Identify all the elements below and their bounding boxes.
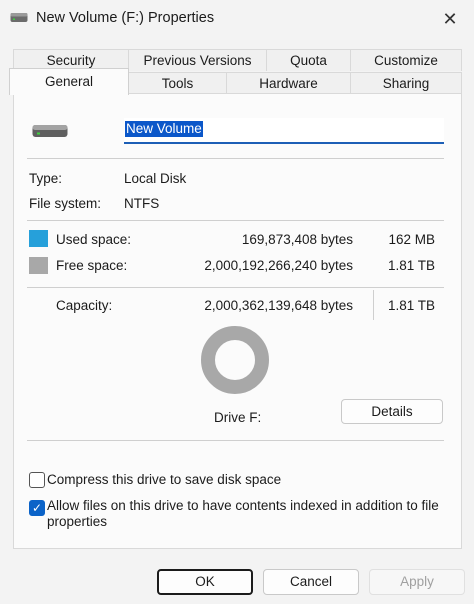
- close-button[interactable]: ✕: [440, 9, 460, 29]
- tab-previous-versions[interactable]: Previous Versions: [128, 49, 267, 71]
- ok-button[interactable]: OK: [157, 569, 253, 595]
- compress-checkbox[interactable]: [29, 472, 45, 488]
- close-icon: ✕: [442, 9, 458, 29]
- tab-quota[interactable]: Quota: [266, 49, 351, 71]
- compress-label[interactable]: Compress this drive to save disk space: [47, 472, 281, 487]
- hard-drive-icon: [32, 125, 68, 137]
- tab-hardware[interactable]: Hardware: [226, 72, 351, 94]
- details-button-label: Details: [371, 404, 413, 419]
- tab-label: Quota: [290, 53, 327, 68]
- file-system-label: File system:: [29, 196, 102, 211]
- tab-label: Security: [46, 53, 96, 68]
- divider: [27, 220, 444, 221]
- column-divider: [373, 290, 374, 320]
- free-space-label: Free space:: [56, 258, 128, 273]
- volume-name-text: New Volume: [125, 121, 203, 137]
- drive-icon: [10, 13, 28, 22]
- free-space-ring: [201, 326, 269, 394]
- tab-label: General: [44, 74, 94, 89]
- window-title: New Volume (F:) Properties: [36, 10, 215, 26]
- cancel-button-label: Cancel: [289, 574, 333, 589]
- disk-usage-donut: [201, 326, 269, 394]
- capacity-label: Capacity:: [56, 298, 113, 313]
- apply-button[interactable]: Apply: [369, 569, 465, 595]
- file-system-value: NTFS: [124, 196, 160, 211]
- used-space-size: 162 MB: [388, 232, 435, 247]
- tab-label: Customize: [374, 53, 438, 68]
- divider: [27, 158, 444, 159]
- tab-label: Previous Versions: [143, 53, 252, 68]
- apply-button-label: Apply: [400, 574, 434, 589]
- tab-tools[interactable]: Tools: [128, 72, 227, 94]
- tab-label: Sharing: [382, 76, 430, 91]
- divider: [27, 287, 444, 288]
- type-label: Type:: [29, 171, 63, 186]
- ok-button-label: OK: [195, 574, 215, 589]
- tab-label: Tools: [161, 76, 194, 91]
- index-label-line2[interactable]: properties: [47, 514, 107, 529]
- capacity-size: 1.81 TB: [387, 298, 435, 313]
- title-bar: New Volume (F:) Properties ✕: [0, 0, 474, 40]
- divider: [27, 440, 444, 441]
- tab-general[interactable]: General: [9, 68, 129, 95]
- tab-customize[interactable]: Customize: [350, 49, 462, 71]
- used-space-swatch: [29, 230, 48, 247]
- type-value: Local Disk: [124, 171, 187, 186]
- tab-sharing[interactable]: Sharing: [350, 72, 462, 94]
- free-space-size: 1.81 TB: [387, 258, 435, 273]
- cancel-button[interactable]: Cancel: [263, 569, 359, 595]
- tab-label: Hardware: [259, 76, 318, 91]
- free-space-swatch: [29, 257, 48, 274]
- index-checkbox[interactable]: ✓: [29, 500, 45, 516]
- used-space-bytes: 169,873,408 bytes: [241, 232, 353, 247]
- used-space-label: Used space:: [56, 232, 132, 247]
- free-space-bytes: 2,000,192,266,240 bytes: [204, 258, 353, 273]
- drive-label: Drive F:: [214, 410, 262, 425]
- checkmark-icon: ✓: [31, 501, 43, 515]
- details-button[interactable]: Details: [341, 399, 443, 424]
- capacity-bytes: 2,000,362,139,648 bytes: [204, 298, 353, 313]
- index-label-line1[interactable]: Allow files on this drive to have conten…: [47, 498, 439, 513]
